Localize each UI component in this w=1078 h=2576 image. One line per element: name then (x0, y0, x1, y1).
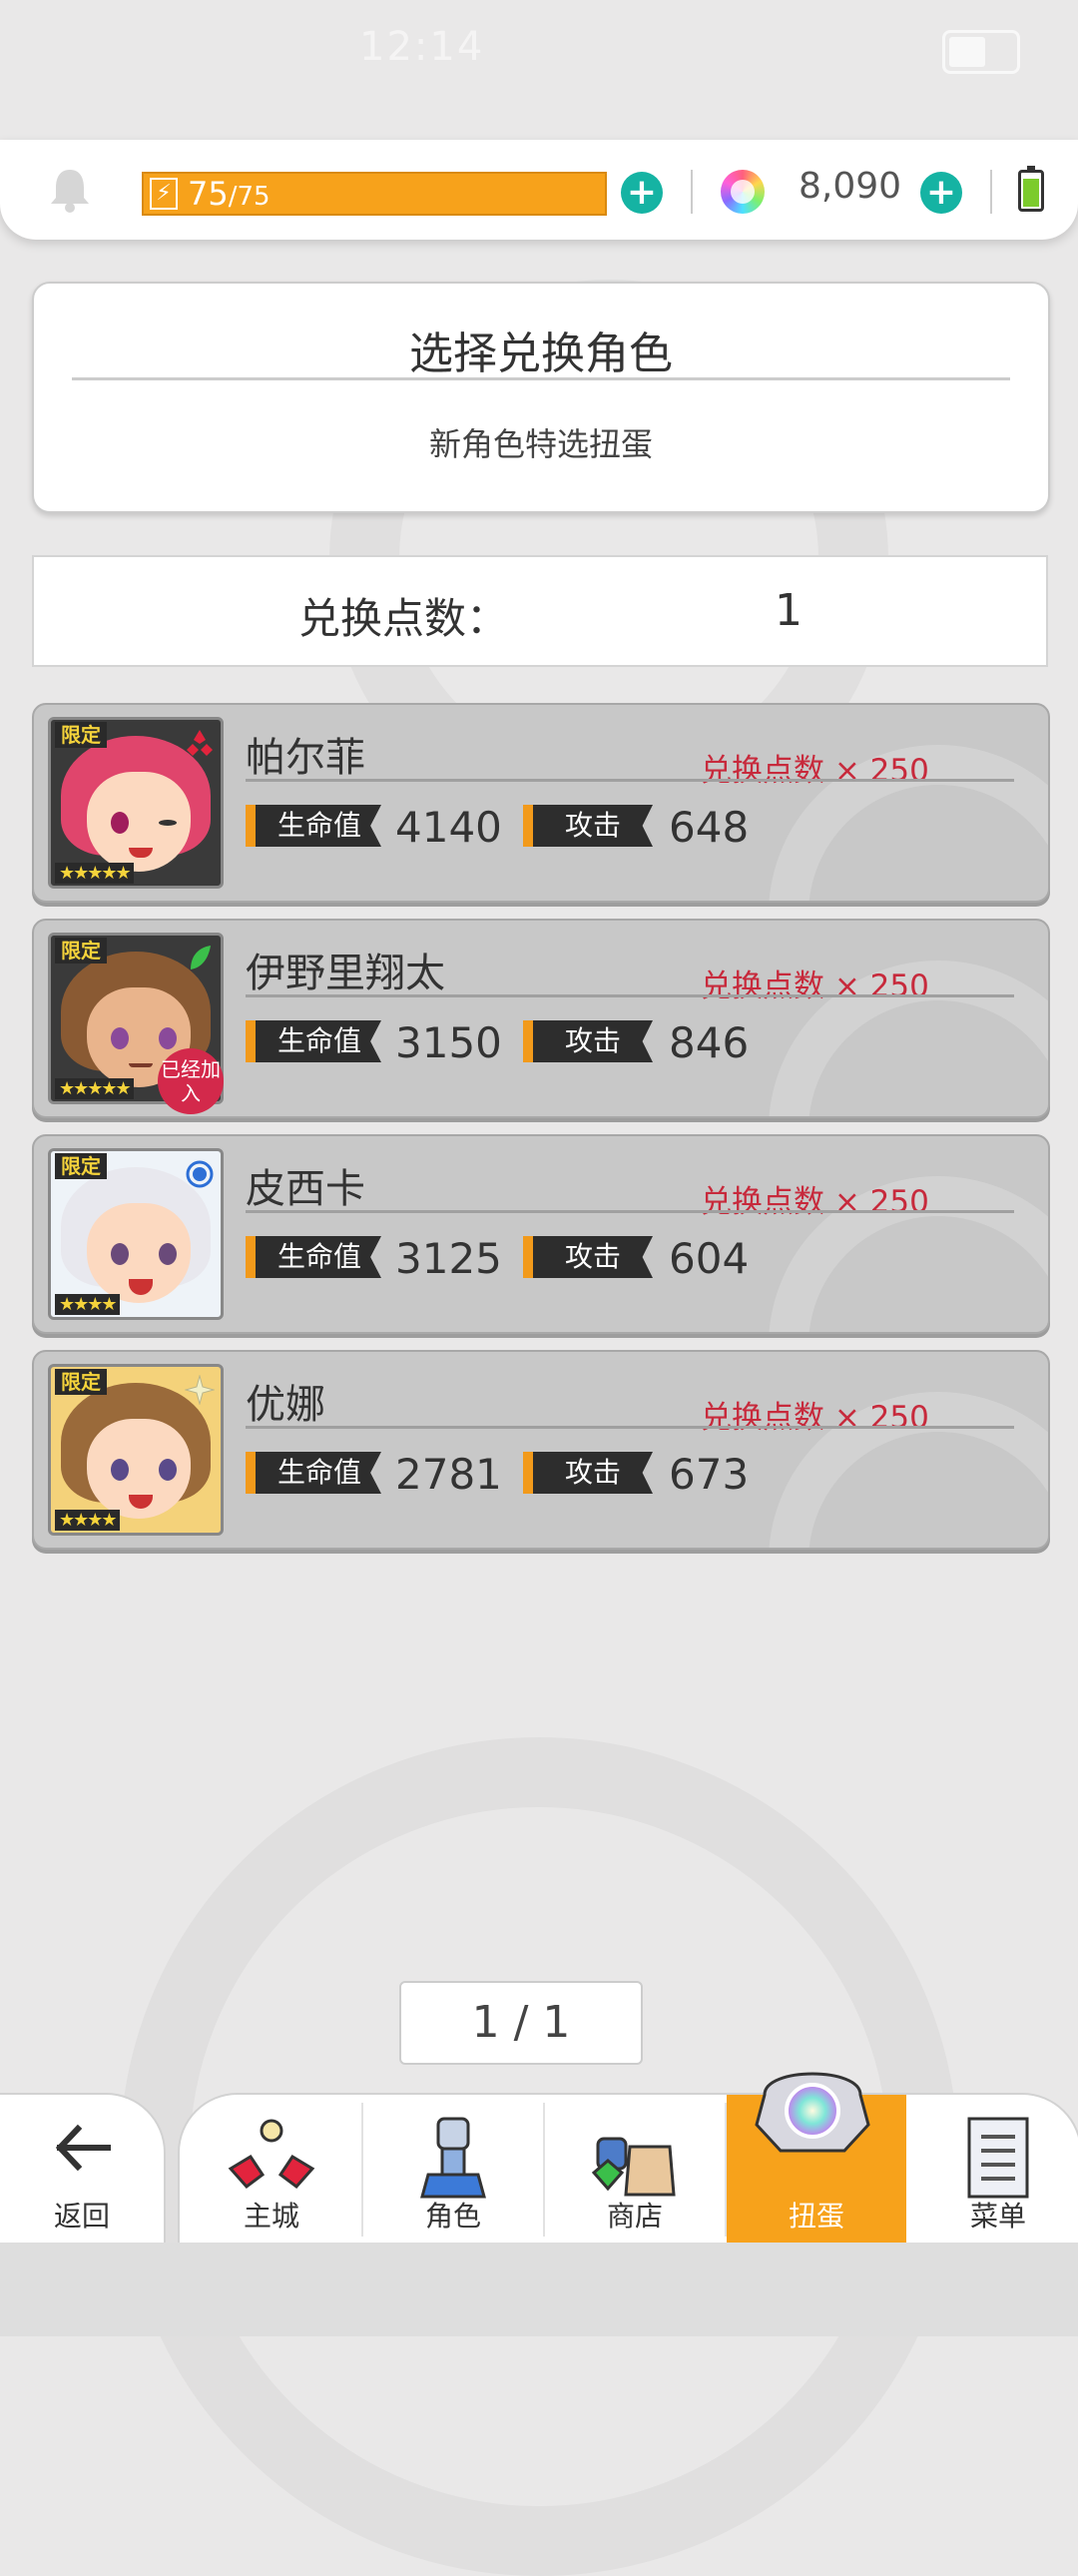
character-portrait: 限定 ★★★★ (48, 1364, 224, 1536)
character-cost: 兑换点数 × 250 (701, 968, 929, 1004)
character-name: 优娜 (246, 1382, 325, 1428)
hp-value: 3150 (395, 1018, 502, 1067)
status-time: 12:14 (359, 24, 485, 70)
page-title: 选择兑换角色 (409, 328, 673, 379)
stamina-value: 75/75 (188, 174, 270, 217)
character-icon (420, 2117, 486, 2199)
divider (691, 170, 693, 214)
attack-value: 846 (669, 1018, 750, 1067)
limited-badge: 限定 (55, 1369, 107, 1395)
nav-tabs: 主城 角色 商店 扭蛋 菜单 (178, 2093, 1078, 2245)
status-battery-icon (942, 30, 1020, 74)
rarity-stars: ★★★★★ (55, 863, 134, 884)
exchange-points-box: 兑换点数： 1 (32, 555, 1048, 667)
limited-badge: 限定 (55, 1153, 107, 1179)
hp-value: 2781 (395, 1450, 502, 1499)
rarity-stars: ★★★★★ (55, 1078, 134, 1099)
character-cost: 兑换点数 × 250 (701, 1400, 929, 1436)
nav-label: 商店 (606, 2200, 663, 2233)
menu-list-icon (967, 2117, 1029, 2199)
exchange-points-label: 兑换点数： (298, 594, 509, 643)
rarity-stars: ★★★★ (55, 1510, 120, 1531)
hp-label: 生命值 (246, 1452, 381, 1494)
attack-label: 攻击 (523, 1020, 653, 1062)
gacha-capsule-icon (755, 2072, 870, 2153)
gem-count: 8,090 (799, 166, 902, 207)
castle-icon (228, 2119, 315, 2190)
rarity-stars: ★★★★ (55, 1294, 120, 1315)
character-name: 帕尔菲 (246, 735, 365, 781)
bottom-navigation: 返回 主城 角色 商店 扭蛋 菜单 (0, 2072, 1078, 2247)
shop-bag-icon (591, 2137, 676, 2197)
bell-icon[interactable] (48, 166, 92, 214)
attack-label: 攻击 (523, 805, 653, 847)
title-card: 选择兑换角色 新角色特选扭蛋 (32, 282, 1050, 513)
light-element-icon (185, 1375, 215, 1405)
hp-value: 3125 (395, 1234, 502, 1283)
character-portrait: 限定 ★★★★★ (48, 717, 224, 889)
add-gems-button[interactable]: + (920, 172, 962, 214)
attack-value: 648 (669, 803, 750, 852)
bottom-strip (0, 2243, 1078, 2336)
attack-value: 604 (669, 1234, 750, 1283)
battery-icon (1018, 166, 1044, 212)
character-cost: 兑换点数 × 250 (701, 1184, 929, 1220)
character-row[interactable]: 限定 ★★★★ 皮西卡 兑换点数 × 250 生命值 3125 攻击 604 (32, 1134, 1050, 1334)
name-divider (246, 1426, 1014, 1429)
name-divider (246, 1210, 1014, 1213)
character-cost: 兑换点数 × 250 (701, 753, 929, 789)
nav-label: 菜单 (969, 2200, 1026, 2233)
title-divider (72, 377, 1010, 380)
gacha-subtitle: 新角色特选扭蛋 (428, 425, 653, 463)
nav-character[interactable]: 角色 (363, 2095, 543, 2245)
stamina-bar: ⚡ 75/75 (142, 172, 607, 216)
character-row[interactable]: 限定 ★★★★ 优娜 兑换点数 × 250 生命值 2781 攻击 673 (32, 1350, 1050, 1550)
water-element-icon (186, 1160, 214, 1188)
name-divider (246, 779, 1014, 782)
hp-label: 生命值 (246, 805, 381, 847)
attack-label: 攻击 (523, 1236, 653, 1278)
character-portrait: 限定 ★★★★ (48, 1148, 224, 1320)
divider (990, 170, 992, 214)
exchange-points-value: 1 (775, 585, 803, 636)
nav-label: 主城 (243, 2200, 299, 2233)
limited-badge: 限定 (55, 938, 107, 964)
joined-badge: 已经加入 (158, 1048, 224, 1114)
limited-badge: 限定 (55, 722, 107, 748)
add-stamina-button[interactable]: + (621, 172, 663, 214)
nav-label: 角色 (424, 2200, 481, 2233)
hp-label: 生命值 (246, 1236, 381, 1278)
gem-icon (721, 170, 765, 214)
attack-label: 攻击 (523, 1452, 653, 1494)
character-row[interactable]: 限定 ★★★★★ 已经加入 伊野里翔太 兑换点数 × 250 生命值 3150 … (32, 919, 1050, 1118)
status-bar: 12:14 (0, 0, 1078, 100)
stamina-current: 75 (188, 175, 229, 213)
back-label: 返回 (53, 2200, 110, 2233)
hp-label: 生命值 (246, 1020, 381, 1062)
page-indicator: 1 / 1 (399, 1981, 643, 2065)
character-name: 皮西卡 (246, 1166, 365, 1212)
nav-main-city[interactable]: 主城 (182, 2095, 361, 2245)
nav-label: 扭蛋 (788, 2200, 844, 2233)
back-button[interactable]: 返回 (0, 2093, 166, 2247)
diamond-element-icon (187, 730, 213, 756)
name-divider (246, 994, 1014, 997)
character-name: 伊野里翔太 (246, 951, 445, 996)
hp-value: 4140 (395, 803, 502, 852)
arrow-left-icon (55, 2124, 111, 2172)
resource-bar: ⚡ 75/75 + 8,090 + (0, 140, 1078, 240)
stamina-max: /75 (228, 182, 270, 212)
attack-value: 673 (669, 1450, 750, 1499)
lightning-icon: ⚡ (150, 178, 178, 210)
nav-shop[interactable]: 商店 (545, 2095, 725, 2245)
character-row[interactable]: 限定 ★★★★★ 帕尔菲 兑换点数 × 250 生命值 4140 攻击 648 (32, 703, 1050, 903)
nav-menu[interactable]: 菜单 (908, 2095, 1078, 2245)
leaf-element-icon (191, 946, 211, 969)
